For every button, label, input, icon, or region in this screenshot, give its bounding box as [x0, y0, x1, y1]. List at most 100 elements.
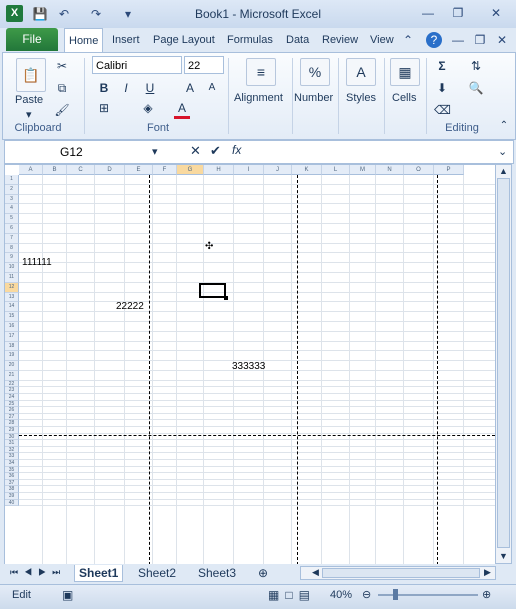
macro-record-icon[interactable]: ▣: [62, 588, 73, 602]
cells-icon[interactable]: ▦: [390, 58, 420, 86]
row-header-1[interactable]: 1: [5, 175, 19, 185]
font-name-box[interactable]: Calibri: [92, 56, 182, 74]
row-header-37[interactable]: 37: [5, 479, 19, 487]
format-painter-icon[interactable]: 🖌: [54, 102, 70, 118]
fill-handle[interactable]: [224, 296, 228, 300]
row-header-9[interactable]: 9: [5, 253, 19, 264]
alignment-button-label[interactable]: Alignment: [234, 92, 283, 104]
styles-icon[interactable]: A: [346, 58, 376, 86]
cells-button-label[interactable]: Cells: [392, 92, 416, 104]
restore-button[interactable]: ❐: [446, 4, 470, 22]
column-header-o[interactable]: O: [404, 165, 434, 175]
row-header-39[interactable]: 39: [5, 493, 19, 500]
grow-font-icon[interactable]: A: [182, 80, 198, 96]
row-header-31[interactable]: 31: [5, 440, 19, 447]
workbook-close-icon[interactable]: ✕: [494, 32, 510, 48]
column-header-j[interactable]: J: [264, 165, 292, 175]
scroll-up-icon[interactable]: ▲: [499, 166, 508, 176]
help-icon[interactable]: ?: [426, 32, 442, 48]
row-header-12[interactable]: 12: [5, 282, 19, 293]
tab-formulas[interactable]: Formulas: [223, 28, 277, 52]
row-header-6[interactable]: 6: [5, 224, 19, 234]
tab-file[interactable]: File: [6, 28, 58, 51]
active-cell-g12[interactable]: [199, 283, 226, 298]
clear-icon[interactable]: ⌫: [434, 102, 451, 118]
row-header-32[interactable]: 32: [5, 446, 19, 454]
font-color-icon[interactable]: A: [174, 100, 190, 119]
row-header-24[interactable]: 24: [5, 394, 19, 401]
column-header-h[interactable]: H: [204, 165, 234, 175]
row-header-2[interactable]: 2: [5, 184, 19, 195]
zoom-in-icon[interactable]: ⊕: [482, 588, 491, 601]
sheet-tab-sheet2[interactable]: Sheet2: [138, 565, 176, 581]
workbook-minimize-icon[interactable]: —: [450, 32, 466, 48]
column-header-l[interactable]: L: [322, 165, 350, 175]
row-header-40[interactable]: 40: [5, 499, 19, 507]
horizontal-scroll-thumb[interactable]: [322, 568, 480, 578]
sheet-nav-arrows-icon[interactable]: ⏮◀▶⏭: [10, 567, 66, 578]
insert-function-button[interactable]: fx: [232, 143, 241, 157]
shrink-font-icon[interactable]: A: [204, 80, 220, 96]
workbook-restore-icon[interactable]: ❐: [472, 32, 488, 48]
row-header-29[interactable]: 29: [5, 427, 19, 434]
row-header-28[interactable]: 28: [5, 420, 19, 427]
row-header-7[interactable]: 7: [5, 233, 19, 244]
column-header-e[interactable]: E: [125, 165, 153, 175]
clipboard-paste-icon[interactable]: 📋: [16, 58, 46, 92]
collapse-ribbon-icon[interactable]: ⌃: [496, 118, 512, 134]
row-header-20[interactable]: 20: [5, 361, 19, 371]
styles-button-label[interactable]: Styles: [346, 92, 376, 104]
row-header-25[interactable]: 25: [5, 400, 19, 408]
formula-input[interactable]: [254, 145, 490, 159]
row-header-38[interactable]: 38: [5, 486, 19, 493]
row-header-33[interactable]: 33: [5, 453, 19, 460]
zoom-slider-thumb[interactable]: [392, 589, 398, 600]
cancel-entry-button[interactable]: ✕: [190, 143, 201, 159]
column-header-m[interactable]: M: [350, 165, 376, 175]
row-header-8[interactable]: 8: [5, 243, 19, 254]
number-button-label[interactable]: Number: [294, 92, 333, 104]
column-header-f[interactable]: F: [153, 165, 177, 175]
insert-sheet-icon[interactable]: ⊕: [258, 565, 268, 581]
scroll-down-icon[interactable]: ▼: [499, 551, 508, 561]
borders-icon[interactable]: ⊞: [96, 100, 112, 116]
row-header-35[interactable]: 35: [5, 466, 19, 474]
row-header-16[interactable]: 16: [5, 322, 19, 332]
underline-button[interactable]: U: [142, 80, 158, 96]
row-header-18[interactable]: 18: [5, 341, 19, 352]
column-header-n[interactable]: N: [376, 165, 404, 175]
row-header-5[interactable]: 5: [5, 214, 19, 224]
find-select-icon[interactable]: 🔍: [468, 80, 484, 96]
row-header-21[interactable]: 21: [5, 371, 19, 381]
sheet-tab-sheet3[interactable]: Sheet3: [198, 565, 236, 581]
alignment-icon[interactable]: ≡: [246, 58, 276, 86]
column-header-i[interactable]: I: [234, 165, 264, 175]
row-header-4[interactable]: 4: [5, 204, 19, 215]
name-box[interactable]: G12: [60, 145, 83, 159]
tab-insert[interactable]: Insert: [108, 28, 144, 52]
row-header-15[interactable]: 15: [5, 312, 19, 322]
row-header-27[interactable]: 27: [5, 413, 19, 421]
column-header-c[interactable]: C: [67, 165, 95, 175]
font-size-box[interactable]: 22: [184, 56, 224, 74]
scroll-right-icon[interactable]: ▶: [484, 567, 491, 578]
row-header-10[interactable]: 10: [5, 263, 19, 273]
fill-color-icon[interactable]: ◈: [140, 100, 156, 116]
column-header-b[interactable]: B: [43, 165, 67, 175]
zoom-out-icon[interactable]: ⊖: [362, 588, 371, 601]
enter-entry-button[interactable]: ✔: [210, 143, 221, 159]
sort-filter-icon[interactable]: ⇅: [468, 58, 484, 74]
sheet-tab-sheet1[interactable]: Sheet1: [74, 565, 124, 582]
zoom-level[interactable]: 40%: [330, 589, 352, 601]
row-header-36[interactable]: 36: [5, 473, 19, 480]
italic-button[interactable]: I: [118, 80, 134, 96]
column-header-g[interactable]: G: [177, 165, 204, 175]
autosum-icon[interactable]: Σ: [434, 58, 450, 74]
tab-view[interactable]: View: [366, 28, 398, 52]
paste-dropdown-icon[interactable]: ▾: [26, 108, 32, 121]
number-format-icon[interactable]: %: [300, 58, 330, 86]
paste-button-label[interactable]: Paste: [15, 94, 43, 106]
vertical-scroll-thumb[interactable]: [497, 178, 510, 548]
row-header-26[interactable]: 26: [5, 407, 19, 414]
row-header-17[interactable]: 17: [5, 331, 19, 342]
